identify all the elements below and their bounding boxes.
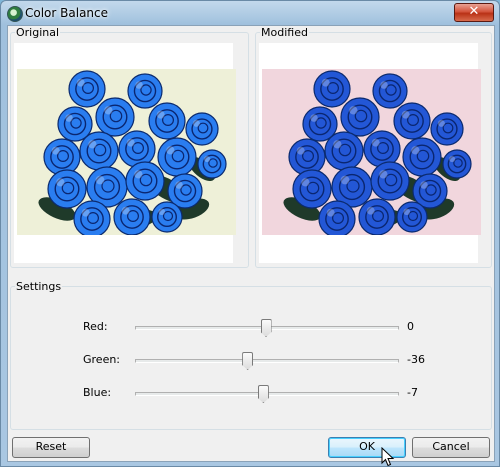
red-slider-row: Red: 0 [11, 317, 491, 337]
title-bar[interactable]: Color Balance ✕ [1, 1, 499, 25]
red-value: 0 [407, 320, 414, 333]
red-slider-thumb[interactable] [260, 319, 272, 337]
original-image-frame [14, 43, 236, 263]
original-panel: Original [10, 26, 249, 268]
red-label: Red: [83, 320, 108, 333]
mouse-cursor-icon [381, 447, 395, 466]
cancel-button[interactable]: Cancel [412, 437, 490, 458]
settings-group: Settings Red: 0 Green: -36 Blue: -7 [10, 280, 492, 430]
color-balance-window: Color Balance ✕ Original Modified Settin… [0, 0, 500, 467]
modified-label: Modified [261, 26, 308, 39]
settings-label: Settings [16, 280, 62, 293]
modified-image [262, 69, 481, 235]
modified-image-frame [259, 43, 481, 263]
close-button[interactable]: ✕ [454, 3, 494, 22]
blue-slider-row: Blue: -7 [11, 383, 491, 403]
blue-label: Blue: [83, 386, 112, 399]
original-label: Original [16, 26, 60, 39]
original-image [17, 69, 236, 235]
reset-button[interactable]: Reset [12, 437, 90, 458]
green-slider-thumb[interactable] [242, 352, 254, 370]
dialog-client-area: Original Modified Settings Red: 0 Green:… [7, 25, 495, 462]
green-label: Green: [83, 353, 121, 366]
app-icon [7, 6, 23, 22]
blue-value: -7 [407, 386, 418, 399]
blue-slider-thumb[interactable] [257, 385, 269, 403]
modified-panel: Modified [255, 26, 492, 268]
green-slider-row: Green: -36 [11, 350, 491, 370]
green-slider-track[interactable] [135, 359, 399, 363]
green-value: -36 [407, 353, 425, 366]
window-title: Color Balance [25, 6, 109, 20]
